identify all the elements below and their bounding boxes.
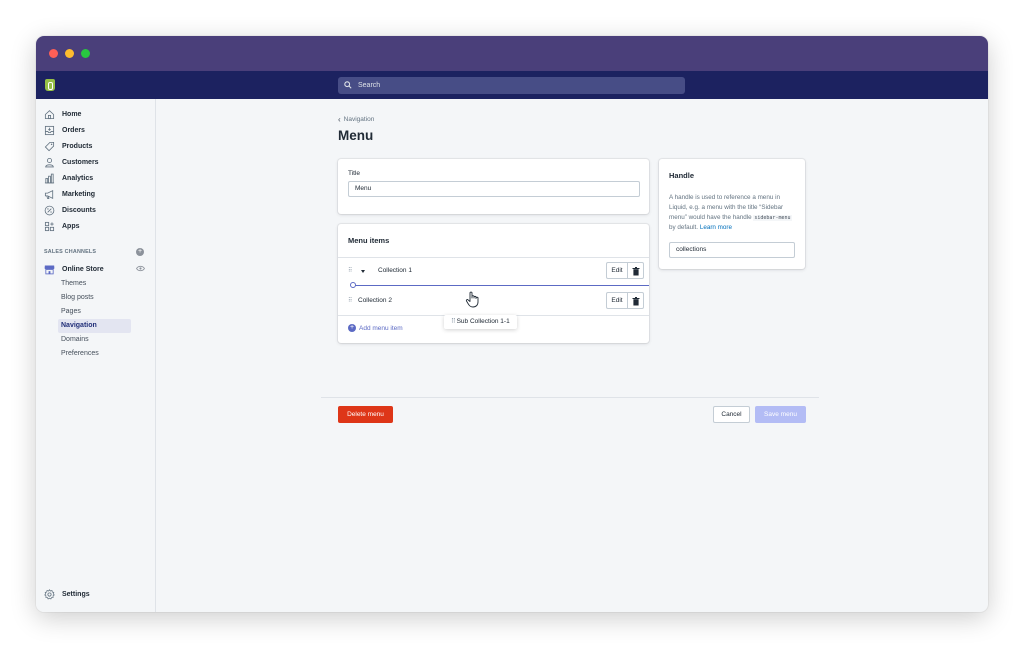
save-menu-button[interactable]: Save menu — [755, 406, 806, 423]
sidebar-subitem-preferences[interactable]: Preferences — [58, 347, 131, 361]
handle-code-sample: sidebar-menu — [753, 215, 792, 221]
add-sales-channel-button[interactable]: + — [136, 248, 144, 256]
title-card: Title Menu — [338, 159, 649, 214]
orders-icon — [44, 125, 55, 135]
close-window-button[interactable] — [49, 49, 58, 58]
shopify-logo-icon[interactable] — [45, 79, 55, 91]
handle-input[interactable]: collections — [669, 242, 795, 258]
edit-collection-2-button[interactable]: Edit — [606, 292, 628, 309]
menu-items-heading: Menu items — [348, 236, 390, 245]
title-input[interactable]: Menu — [348, 181, 640, 197]
sidebar-item-label: Products — [62, 142, 93, 150]
sidebar-item-label: Orders — [62, 126, 85, 134]
drag-handle-icon: ⠿ — [451, 318, 456, 325]
sidebar-subitem-themes[interactable]: Themes — [58, 277, 131, 291]
cancel-button[interactable]: Cancel — [713, 406, 750, 423]
search-input[interactable]: Search — [338, 77, 685, 94]
main-content: ‹ Navigation Menu Title Menu Menu items … — [156, 99, 988, 612]
sidebar-item-discounts[interactable]: Discounts — [44, 203, 96, 217]
sidebar-subitem-blog-posts[interactable]: Blog posts — [58, 291, 131, 305]
handle-description: A handle is used to reference a menu in … — [669, 193, 797, 233]
search-icon — [344, 81, 352, 89]
delete-collection-1-button[interactable] — [628, 262, 644, 279]
drag-handle-icon[interactable]: ⠿ — [348, 297, 353, 304]
chevron-left-icon: ‹ — [338, 115, 341, 124]
sidebar-item-label: Customers — [62, 158, 99, 166]
dragging-menu-item[interactable]: ⠿ Sub Collection 1-1 — [444, 315, 517, 329]
sidebar-item-home[interactable]: Home — [44, 107, 81, 121]
caret-down-icon[interactable] — [361, 270, 365, 273]
delete-collection-2-button[interactable] — [628, 292, 644, 309]
trash-icon — [632, 297, 640, 306]
sidebar-item-products[interactable]: Products — [44, 139, 92, 153]
sidebar-item-online-store[interactable]: Online Store — [44, 262, 104, 276]
window-titlebar — [36, 36, 988, 71]
sidebar-item-label: Analytics — [62, 174, 94, 182]
add-menu-item-label: Add menu item — [359, 324, 403, 332]
sidebar-subitem-domains[interactable]: Domains — [58, 333, 131, 347]
breadcrumb-label: Navigation — [343, 116, 375, 123]
sidebar-item-marketing[interactable]: Marketing — [44, 187, 95, 201]
sidebar-item-analytics[interactable]: Analytics — [44, 171, 93, 185]
sidebar-item-label: Discounts — [62, 206, 96, 214]
sidebar-item-label: Apps — [62, 222, 80, 230]
tag-icon — [44, 141, 55, 151]
drop-indicator-line — [354, 285, 649, 286]
page-actions-divider — [321, 397, 819, 398]
sidebar-item-orders[interactable]: Orders — [44, 123, 85, 137]
minimize-window-button[interactable] — [65, 49, 74, 58]
page-title: Menu — [338, 128, 374, 143]
title-field-label: Title — [348, 170, 361, 177]
hand-cursor-icon — [465, 291, 479, 308]
menu-item-label: Collection 1 — [378, 267, 412, 274]
sales-channels-heading: SALES CHANNELS — [44, 249, 97, 255]
breadcrumb-back-link[interactable]: ‹ Navigation — [338, 115, 374, 124]
menu-items-divider — [338, 257, 649, 258]
sidebar-item-apps[interactable]: Apps — [44, 219, 80, 233]
handle-desc-text-end: by default. — [669, 224, 699, 231]
drop-indicator-marker — [350, 282, 356, 288]
gear-icon — [44, 589, 55, 600]
sidebar-item-label: Home — [62, 110, 82, 118]
menu-item-label: Collection 2 — [358, 297, 392, 304]
app-window: Search Home Orders Products Customers An… — [36, 36, 988, 612]
sidebar-subitem-pages[interactable]: Pages — [58, 305, 131, 319]
handle-heading: Handle — [669, 171, 695, 180]
store-icon — [44, 265, 55, 274]
bar-chart-icon — [44, 173, 55, 183]
person-icon — [45, 157, 54, 167]
plus-circle-icon: + — [348, 324, 356, 332]
maximize-window-button[interactable] — [81, 49, 90, 58]
apps-icon — [44, 221, 55, 231]
edit-collection-1-button[interactable]: Edit — [606, 262, 628, 279]
home-icon — [44, 109, 55, 119]
discount-icon — [44, 205, 55, 215]
sidebar-item-label: Online Store — [62, 265, 104, 273]
megaphone-icon — [44, 189, 54, 199]
sidebar-item-customers[interactable]: Customers — [44, 155, 99, 169]
search-placeholder: Search — [358, 82, 381, 89]
trash-icon — [632, 267, 640, 276]
sidebar-subitem-navigation[interactable]: Navigation — [58, 319, 131, 333]
sidebar-item-label: Settings — [62, 591, 90, 598]
delete-menu-button[interactable]: Delete menu — [338, 406, 393, 423]
handle-card: Handle A handle is used to reference a m… — [659, 159, 805, 269]
sidebar: Home Orders Products Customers Analytics… — [36, 99, 156, 612]
top-bar: Search — [36, 71, 988, 99]
drag-handle-icon[interactable]: ⠿ — [348, 267, 353, 274]
eye-icon[interactable] — [136, 265, 145, 272]
sidebar-item-settings[interactable]: Settings — [44, 589, 90, 600]
add-menu-item-button[interactable]: + Add menu item — [348, 324, 403, 332]
sidebar-item-label: Marketing — [62, 190, 96, 198]
dragging-item-label: Sub Collection 1-1 — [456, 318, 510, 325]
learn-more-link[interactable]: Learn more — [700, 224, 732, 231]
